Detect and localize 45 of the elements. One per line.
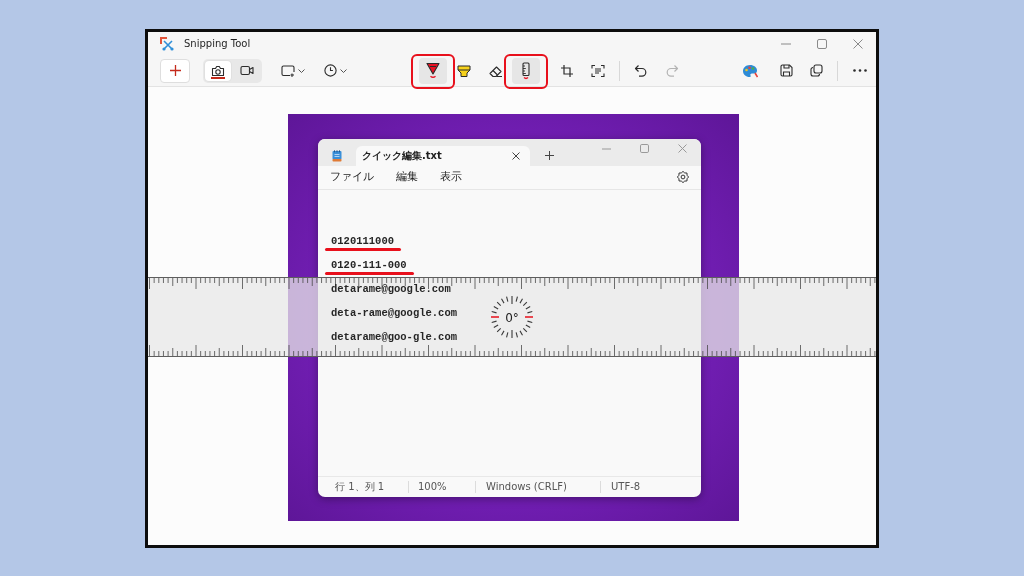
rectangle-icon bbox=[280, 64, 295, 77]
palette-icon bbox=[742, 63, 758, 78]
ruler-button[interactable] bbox=[512, 57, 540, 84]
angle-dial[interactable]: 0° bbox=[489, 293, 535, 340]
maximize-icon[interactable] bbox=[817, 38, 827, 49]
pen-button[interactable] bbox=[419, 57, 447, 84]
file-tab[interactable]: クイック編集.txt bbox=[356, 145, 530, 166]
snip-logo-icon bbox=[160, 36, 174, 51]
text-line: 0120-111-000 bbox=[331, 252, 407, 277]
menu-item[interactable]: 編集 bbox=[396, 170, 418, 184]
plus-icon bbox=[544, 151, 554, 160]
video-camera-icon bbox=[240, 65, 254, 76]
caret-icon bbox=[297, 68, 305, 73]
text-line: detarame@google.com bbox=[331, 281, 451, 297]
eraser-icon bbox=[487, 63, 503, 78]
photo-mode-button[interactable] bbox=[205, 60, 231, 81]
save-icon bbox=[779, 64, 793, 77]
crop-icon bbox=[560, 63, 574, 78]
status-text: UTF-8 bbox=[600, 480, 641, 493]
copy-icon bbox=[809, 64, 823, 77]
menu-item[interactable]: ファイル bbox=[330, 170, 374, 184]
status-text: Windows (CRLF) bbox=[475, 480, 600, 493]
notepad-icon bbox=[332, 149, 342, 162]
caret-icon bbox=[340, 68, 347, 73]
close-icon[interactable] bbox=[853, 38, 863, 49]
tab-close-icon[interactable] bbox=[512, 151, 520, 160]
menu-item[interactable]: 表示 bbox=[440, 170, 462, 184]
new-snip-button[interactable] bbox=[160, 58, 190, 83]
redo-icon bbox=[665, 63, 679, 78]
pen-icon bbox=[426, 62, 440, 79]
plus-icon bbox=[169, 65, 181, 76]
undo-icon bbox=[634, 63, 648, 78]
clock-icon bbox=[324, 64, 337, 77]
text-line: detarame@goo-gle.com bbox=[331, 329, 458, 345]
highlighter-icon bbox=[457, 63, 471, 78]
text-line: 0120111000 bbox=[331, 228, 394, 253]
settings-icon[interactable] bbox=[676, 170, 690, 184]
more-icon bbox=[853, 69, 867, 72]
window-title: Snipping Tool bbox=[184, 38, 251, 49]
text-line: deta-rame@google.com bbox=[331, 305, 458, 321]
status-text: 100% bbox=[408, 480, 475, 493]
status-text: 行 1、列 1 bbox=[334, 480, 386, 493]
ruler-icon bbox=[520, 61, 532, 80]
camera-icon bbox=[211, 64, 225, 77]
text-scan-icon bbox=[591, 63, 605, 78]
